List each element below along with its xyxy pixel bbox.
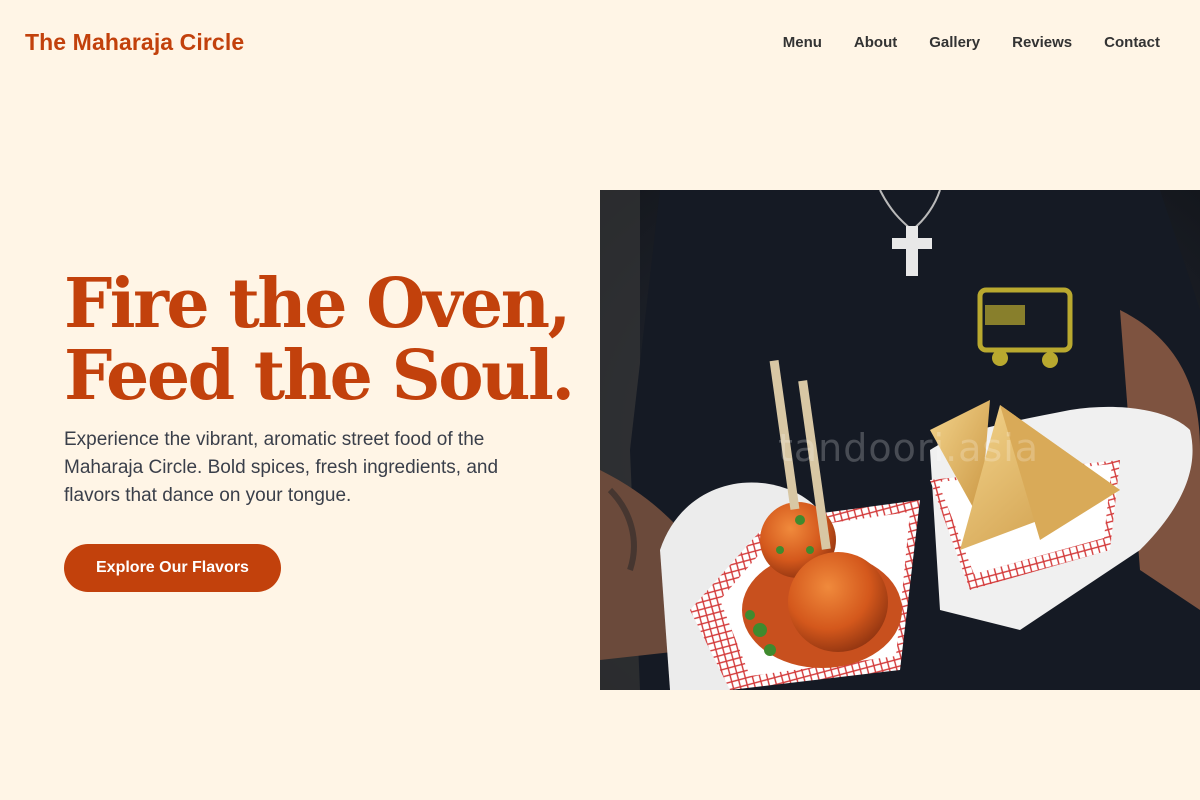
hero-headline: Fire the Oven, Feed the Soul. [64,264,575,416]
nav-link-contact[interactable]: Contact [1104,34,1160,51]
hero-headline-line-2: Feed the Soul. [64,336,575,416]
nav-link-about[interactable]: About [854,34,897,51]
nav-link-gallery[interactable]: Gallery [929,34,980,51]
page: The Maharaja Circle Menu About Gallery R… [0,0,1200,800]
brand-logo-link[interactable]: The Maharaja Circle [25,29,244,56]
hero-headline-line-1: Fire the Oven, [64,264,571,344]
explore-flavors-button[interactable]: Explore Our Flavors [64,544,281,592]
site-header: The Maharaja Circle Menu About Gallery R… [0,0,1200,84]
nav-link-menu[interactable]: Menu [783,34,822,51]
hero-section: Fire the Oven, Feed the Soul. Experience… [64,264,575,592]
hero-food-photo: tandoori.asia [600,190,1200,690]
image-watermark: tandoori.asia [778,426,1040,470]
main-nav: Menu About Gallery Reviews Contact [783,34,1160,51]
hero-subtext: Experience the vibrant, aromatic street … [64,429,499,506]
nav-link-reviews[interactable]: Reviews [1012,34,1072,51]
